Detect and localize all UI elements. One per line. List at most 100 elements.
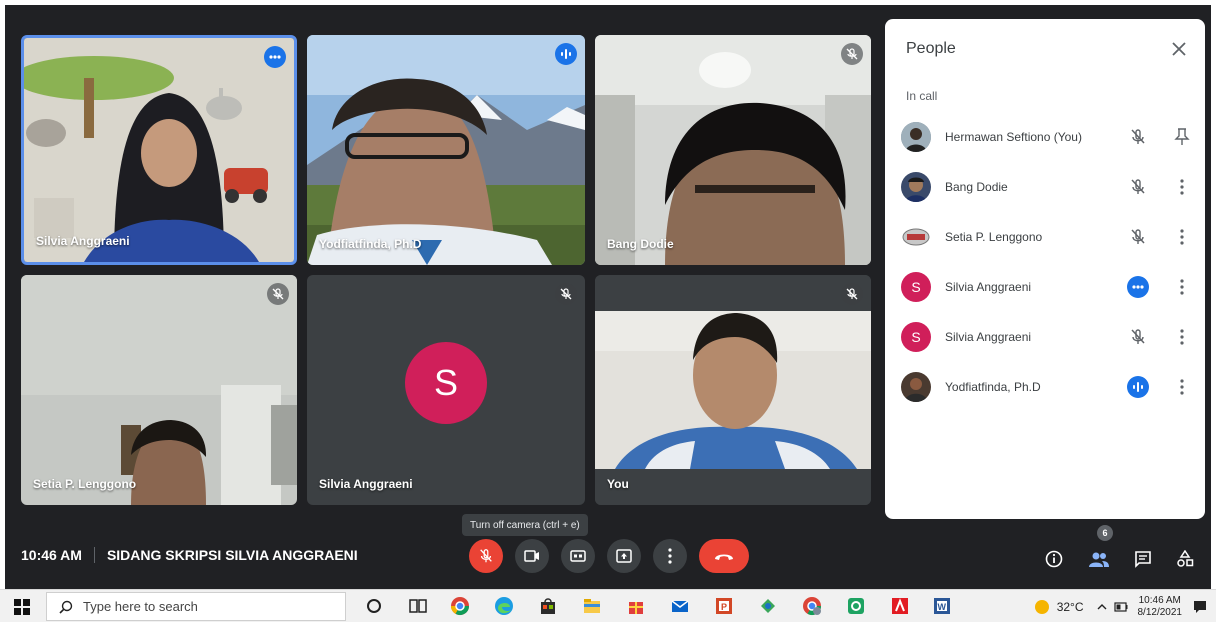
- more-vert-icon[interactable]: [1169, 374, 1195, 400]
- mic-off-icon: [555, 283, 577, 305]
- activities-icon: [1177, 550, 1194, 567]
- clock-time: 10:46 AM: [1138, 594, 1181, 606]
- taskbar-clock[interactable]: 10:46 AM 8/12/2021: [1138, 595, 1183, 619]
- tile-name: Silvia Anggraeni: [36, 234, 130, 248]
- gift-app-icon[interactable]: [626, 596, 646, 616]
- edge-icon[interactable]: [494, 596, 514, 616]
- more-vert-icon[interactable]: [1169, 274, 1195, 300]
- participant-row[interactable]: Yodfiatfinda, Ph.D: [901, 367, 1195, 407]
- chat-icon: [1135, 551, 1151, 568]
- people-button[interactable]: [1085, 545, 1113, 573]
- system-tray: 32°C 10:46 AM 8/12/2021: [1033, 590, 1208, 622]
- info-icon: [1045, 550, 1063, 568]
- avatar: S: [901, 272, 931, 302]
- captions-button[interactable]: [561, 539, 595, 573]
- mic-off-icon: [841, 283, 863, 305]
- participant-row[interactable]: Setia P. Lenggono: [901, 217, 1195, 257]
- tile-name: Setia P. Lenggono: [33, 477, 137, 491]
- word-icon[interactable]: W: [932, 596, 952, 616]
- more-vert-icon[interactable]: [1169, 324, 1195, 350]
- video-feed: [595, 35, 871, 265]
- more-vert-icon[interactable]: [1169, 174, 1195, 200]
- search-placeholder: Type here to search: [83, 599, 198, 614]
- camera-icon: [524, 550, 539, 562]
- meeting-info: 10:46 AM SIDANG SKRIPSI SILVIA ANGGRAENI: [21, 547, 358, 563]
- participant-row[interactable]: S Silvia Anggraeni: [901, 267, 1195, 307]
- paint-icon[interactable]: [758, 596, 778, 616]
- avatar: S: [405, 342, 487, 424]
- tile-name: Bang Dodie: [607, 237, 674, 251]
- taskbar-search-input[interactable]: Type here to search: [46, 592, 346, 621]
- svg-text:W: W: [938, 602, 947, 612]
- mic-off-icon: [1125, 174, 1151, 200]
- video-feed: [595, 275, 871, 505]
- participant-count-badge: 6: [1097, 525, 1113, 541]
- video-tile-silvia[interactable]: Silvia Anggraeni: [21, 35, 297, 265]
- participant-name: Silvia Anggraeni: [945, 330, 1032, 344]
- acrobat-icon[interactable]: [890, 596, 910, 616]
- section-in-call: In call: [906, 89, 938, 103]
- present-icon: [616, 549, 632, 563]
- meeting-title: SIDANG SKRIPSI SILVIA ANGGRAENI: [106, 547, 358, 563]
- svg-text:P: P: [721, 602, 727, 612]
- activities-button[interactable]: [1171, 545, 1199, 573]
- mic-off-icon: [1125, 224, 1151, 250]
- avatar: S: [901, 322, 931, 352]
- mic-toggle-button[interactable]: [469, 539, 503, 573]
- participant-row[interactable]: Bang Dodie: [901, 167, 1195, 207]
- participant-name: Bang Dodie: [945, 180, 1008, 194]
- present-button[interactable]: [607, 539, 641, 573]
- mic-off-icon: [1125, 324, 1151, 350]
- mail-icon[interactable]: [670, 596, 690, 616]
- more-dots-icon: [264, 46, 286, 68]
- weather-icon[interactable]: [1033, 598, 1051, 616]
- chat-button[interactable]: [1129, 545, 1157, 573]
- tile-name: You: [607, 477, 629, 491]
- video-feed: [307, 35, 585, 265]
- task-view-icon[interactable]: [408, 596, 428, 616]
- meeting-details-button[interactable]: [1040, 545, 1068, 573]
- more-vert-icon[interactable]: [1169, 224, 1195, 250]
- video-feed: [21, 275, 297, 505]
- video-tile-yodfiatfinda[interactable]: Yodfiatfinda, Ph.D: [307, 35, 585, 265]
- powerpoint-icon[interactable]: P: [714, 596, 734, 616]
- more-dots-icon: [1125, 274, 1151, 300]
- participant-row[interactable]: S Silvia Anggraeni: [901, 317, 1195, 357]
- people-panel: People In call Hermawan Seftiono (You) B…: [885, 19, 1205, 519]
- meeting-time: 10:46 AM: [21, 547, 82, 563]
- participant-name: Silvia Anggraeni: [945, 280, 1032, 294]
- close-icon[interactable]: [1167, 37, 1191, 61]
- clock-date: 8/12/2021: [1137, 606, 1183, 618]
- tile-name: Silvia Anggraeni: [319, 477, 413, 491]
- file-explorer-icon[interactable]: [582, 596, 602, 616]
- more-options-button[interactable]: [653, 539, 687, 573]
- battery-icon[interactable]: [1113, 601, 1128, 612]
- participant-name: Hermawan Seftiono (You): [945, 130, 1082, 144]
- mic-off-icon: [1125, 124, 1151, 150]
- meet-app-icon[interactable]: [846, 596, 866, 616]
- avatar: [901, 372, 931, 402]
- chevron-up-icon[interactable]: [1096, 601, 1108, 613]
- cortana-icon[interactable]: [364, 596, 384, 616]
- chrome-icon[interactable]: [450, 596, 470, 616]
- participant-row[interactable]: Hermawan Seftiono (You): [901, 117, 1195, 157]
- audio-level-icon: [1125, 374, 1151, 400]
- meet-window: Silvia Anggraeni Yodfiatfinda, Ph.D Bang…: [5, 5, 1211, 589]
- taskbar: Type here to search P W 32°C 10:46 AM 8/…: [0, 589, 1216, 622]
- video-tile-you[interactable]: You: [595, 275, 871, 505]
- participant-name: Setia P. Lenggono: [945, 230, 1043, 244]
- video-tile-bang-dodie[interactable]: Bang Dodie: [595, 35, 871, 265]
- camera-toggle-button[interactable]: [515, 539, 549, 573]
- temperature: 32°C: [1056, 599, 1084, 614]
- video-tile-silvia-avatar[interactable]: S Silvia Anggraeni: [307, 275, 585, 505]
- leave-call-button[interactable]: [699, 539, 749, 573]
- pin-icon[interactable]: [1169, 124, 1195, 150]
- store-icon[interactable]: [538, 596, 558, 616]
- video-tile-setia[interactable]: Setia P. Lenggono: [21, 275, 297, 505]
- video-feed: [24, 38, 294, 262]
- windows-start-icon[interactable]: [14, 599, 30, 615]
- captions-icon: [570, 550, 586, 562]
- chrome-profile-icon[interactable]: [802, 596, 822, 616]
- notifications-icon[interactable]: [1192, 599, 1208, 615]
- mic-off-icon: [841, 43, 863, 65]
